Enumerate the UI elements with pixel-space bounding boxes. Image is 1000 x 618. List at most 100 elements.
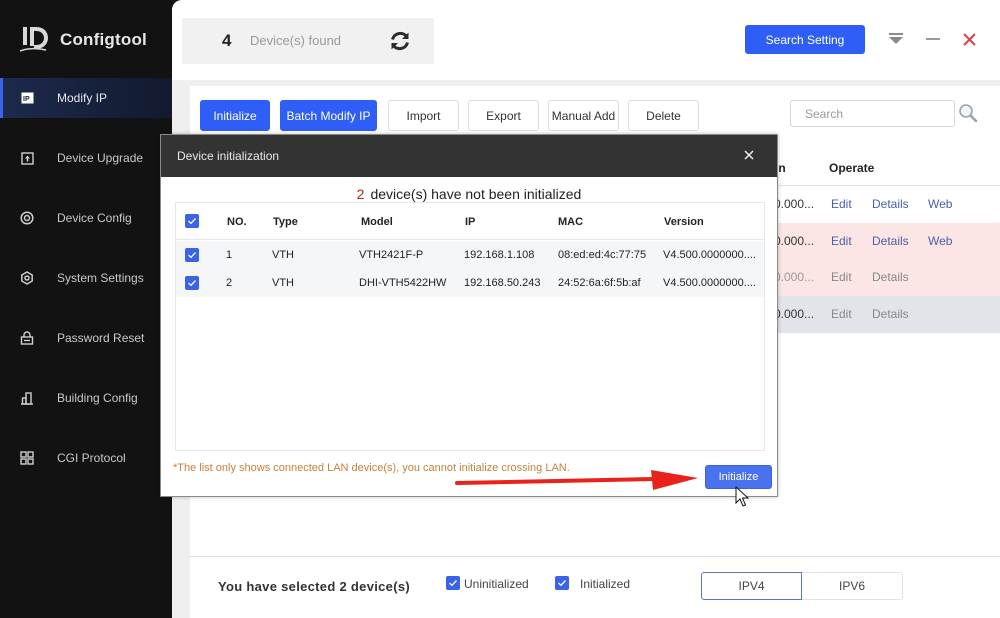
ip-cell: 192.168.50.243 [464, 277, 541, 289]
type-cell: VTH [272, 277, 294, 289]
initialize-button[interactable]: Initialize [200, 100, 270, 131]
type-cell: VTH [272, 249, 294, 261]
column-header-no: NO. [227, 216, 247, 228]
refresh-icon[interactable] [388, 29, 412, 53]
check-icon [188, 252, 196, 259]
devices-found-box: 4 Device(s) found [182, 18, 434, 64]
web-link[interactable]: Web [928, 234, 952, 248]
dialog-initialize-button[interactable]: Initialize [705, 465, 772, 489]
edit-link[interactable]: Edit [831, 270, 852, 284]
version-cell: 0.000... [774, 234, 815, 248]
sidebar-item-building-config[interactable]: Building Config [0, 378, 172, 418]
uninitialized-count: 2 [356, 186, 365, 202]
menu-dropdown-button[interactable] [886, 28, 906, 50]
dialog-close-button[interactable] [741, 147, 757, 163]
search-setting-button[interactable]: Search Setting [745, 25, 865, 54]
column-header-version: Version [664, 216, 704, 228]
manual-add-button[interactable]: Manual Add [548, 100, 619, 131]
version-cell: 0.000... [774, 307, 815, 321]
device-initialization-dialog: Device initialization 2 device(s) have no… [160, 134, 778, 497]
mac-cell: 24:52:6a:6f:5b:af [558, 277, 641, 289]
delete-button[interactable]: Delete [628, 100, 699, 131]
dialog-header: Device initialization [161, 135, 777, 177]
selection-bar: You have selected 2 device(s) Uninitiali… [190, 556, 1000, 616]
sidebar-item-device-config[interactable]: Device Config [0, 198, 172, 238]
sidebar: Configtool IP Modify IP Device Upgrade D… [0, 0, 172, 618]
ipv6-toggle[interactable]: IPV6 [802, 572, 903, 600]
init-table-row[interactable]: 2 VTH DHI-VTH5422HW 192.168.50.243 24:52… [176, 269, 764, 297]
details-link[interactable]: Details [872, 197, 909, 211]
initialized-checkbox[interactable] [555, 576, 569, 590]
column-header-mac: MAC [558, 216, 584, 228]
svg-text:IP: IP [23, 96, 30, 103]
mac-cell: 08:ed:ed:4c:77:75 [558, 249, 647, 261]
search-icon[interactable] [958, 103, 978, 123]
uninitialized-checkbox[interactable] [446, 576, 460, 590]
export-button[interactable]: Export [468, 100, 539, 131]
grid-icon [20, 451, 34, 465]
init-device-table: NO. Type Model IP MAC Version 1 VTH VTH2… [175, 202, 765, 451]
minimize-icon [926, 38, 940, 40]
uninitialized-message-text: device(s) have not been initialized [370, 186, 582, 202]
lock-icon [20, 331, 34, 345]
building-icon [20, 391, 34, 405]
hexagon-gear-icon [20, 271, 34, 285]
model-cell: DHI-VTH5422HW [359, 277, 447, 289]
ip-cell: 192.168.1.108 [464, 249, 535, 261]
sidebar-item-label: Device Config [57, 211, 132, 225]
check-icon [188, 280, 196, 287]
edit-link[interactable]: Edit [831, 307, 852, 321]
initialized-label: Initialized [580, 577, 631, 591]
dialog-title: Device initialization [177, 149, 280, 163]
no-cell: 1 [226, 249, 233, 261]
configtool-app: Configtool IP Modify IP Device Upgrade D… [0, 0, 1000, 618]
details-link[interactable]: Details [872, 270, 909, 284]
version-cell: V4.500.0000000.... [663, 249, 756, 261]
sidebar-item-cgi-protocol[interactable]: CGI Protocol [0, 438, 172, 478]
device-found-label: Device(s) found [250, 33, 342, 48]
ipv4-toggle[interactable]: IPV4 [701, 572, 802, 600]
search-input[interactable] [790, 100, 955, 127]
row-checkbox[interactable] [185, 276, 199, 290]
select-all-checkbox[interactable] [185, 214, 199, 228]
close-window-button[interactable] [959, 28, 979, 50]
edit-link[interactable]: Edit [831, 234, 852, 248]
details-link[interactable]: Details [872, 307, 909, 321]
column-header-model: Model [361, 216, 393, 228]
check-icon [558, 580, 566, 587]
import-button[interactable]: Import [388, 100, 459, 131]
check-icon [188, 218, 196, 225]
no-cell: 2 [226, 277, 233, 289]
row-checkbox[interactable] [185, 248, 199, 262]
upload-icon [20, 151, 34, 165]
init-table-row[interactable]: 1 VTH VTH2421F-P 192.168.1.108 08:ed:ed:… [176, 241, 764, 269]
edit-link[interactable]: Edit [831, 197, 852, 211]
sidebar-item-device-upgrade[interactable]: Device Upgrade [0, 138, 172, 178]
sidebar-item-label: System Settings [57, 271, 144, 285]
column-header-ip: IP [465, 216, 476, 228]
target-icon [20, 211, 34, 225]
details-link[interactable]: Details [872, 234, 909, 248]
close-icon [962, 32, 976, 46]
init-table-header: NO. Type Model IP MAC Version [176, 203, 764, 240]
lan-note: *The list only shows connected LAN devic… [173, 462, 570, 474]
version-cell: V4.500.0000000.... [663, 277, 756, 289]
logo: Configtool [20, 24, 147, 56]
sidebar-item-password-reset[interactable]: Password Reset [0, 318, 172, 358]
uninitialized-label: Uninitialized [464, 577, 529, 591]
selected-count-text: You have selected 2 device(s) [218, 579, 410, 594]
minimize-button[interactable] [923, 28, 943, 50]
sidebar-item-label: CGI Protocol [57, 451, 126, 465]
uninitialized-message: 2 device(s) have not been initialized [161, 186, 777, 202]
sidebar-item-label: Device Upgrade [57, 151, 144, 165]
top-bar: 4 Device(s) found Search Setting [172, 0, 1000, 80]
app-title: Configtool [60, 30, 147, 49]
model-cell: VTH2421F-P [359, 249, 424, 261]
ip-icon: IP [20, 91, 34, 105]
sidebar-item-modify-ip[interactable]: IP Modify IP [0, 78, 172, 118]
batch-modify-ip-button[interactable]: Batch Modify IP [280, 100, 377, 131]
sidebar-item-label: Password Reset [57, 331, 145, 345]
column-header-type: Type [273, 216, 298, 228]
sidebar-item-system-settings[interactable]: System Settings [0, 258, 172, 298]
web-link[interactable]: Web [928, 197, 952, 211]
